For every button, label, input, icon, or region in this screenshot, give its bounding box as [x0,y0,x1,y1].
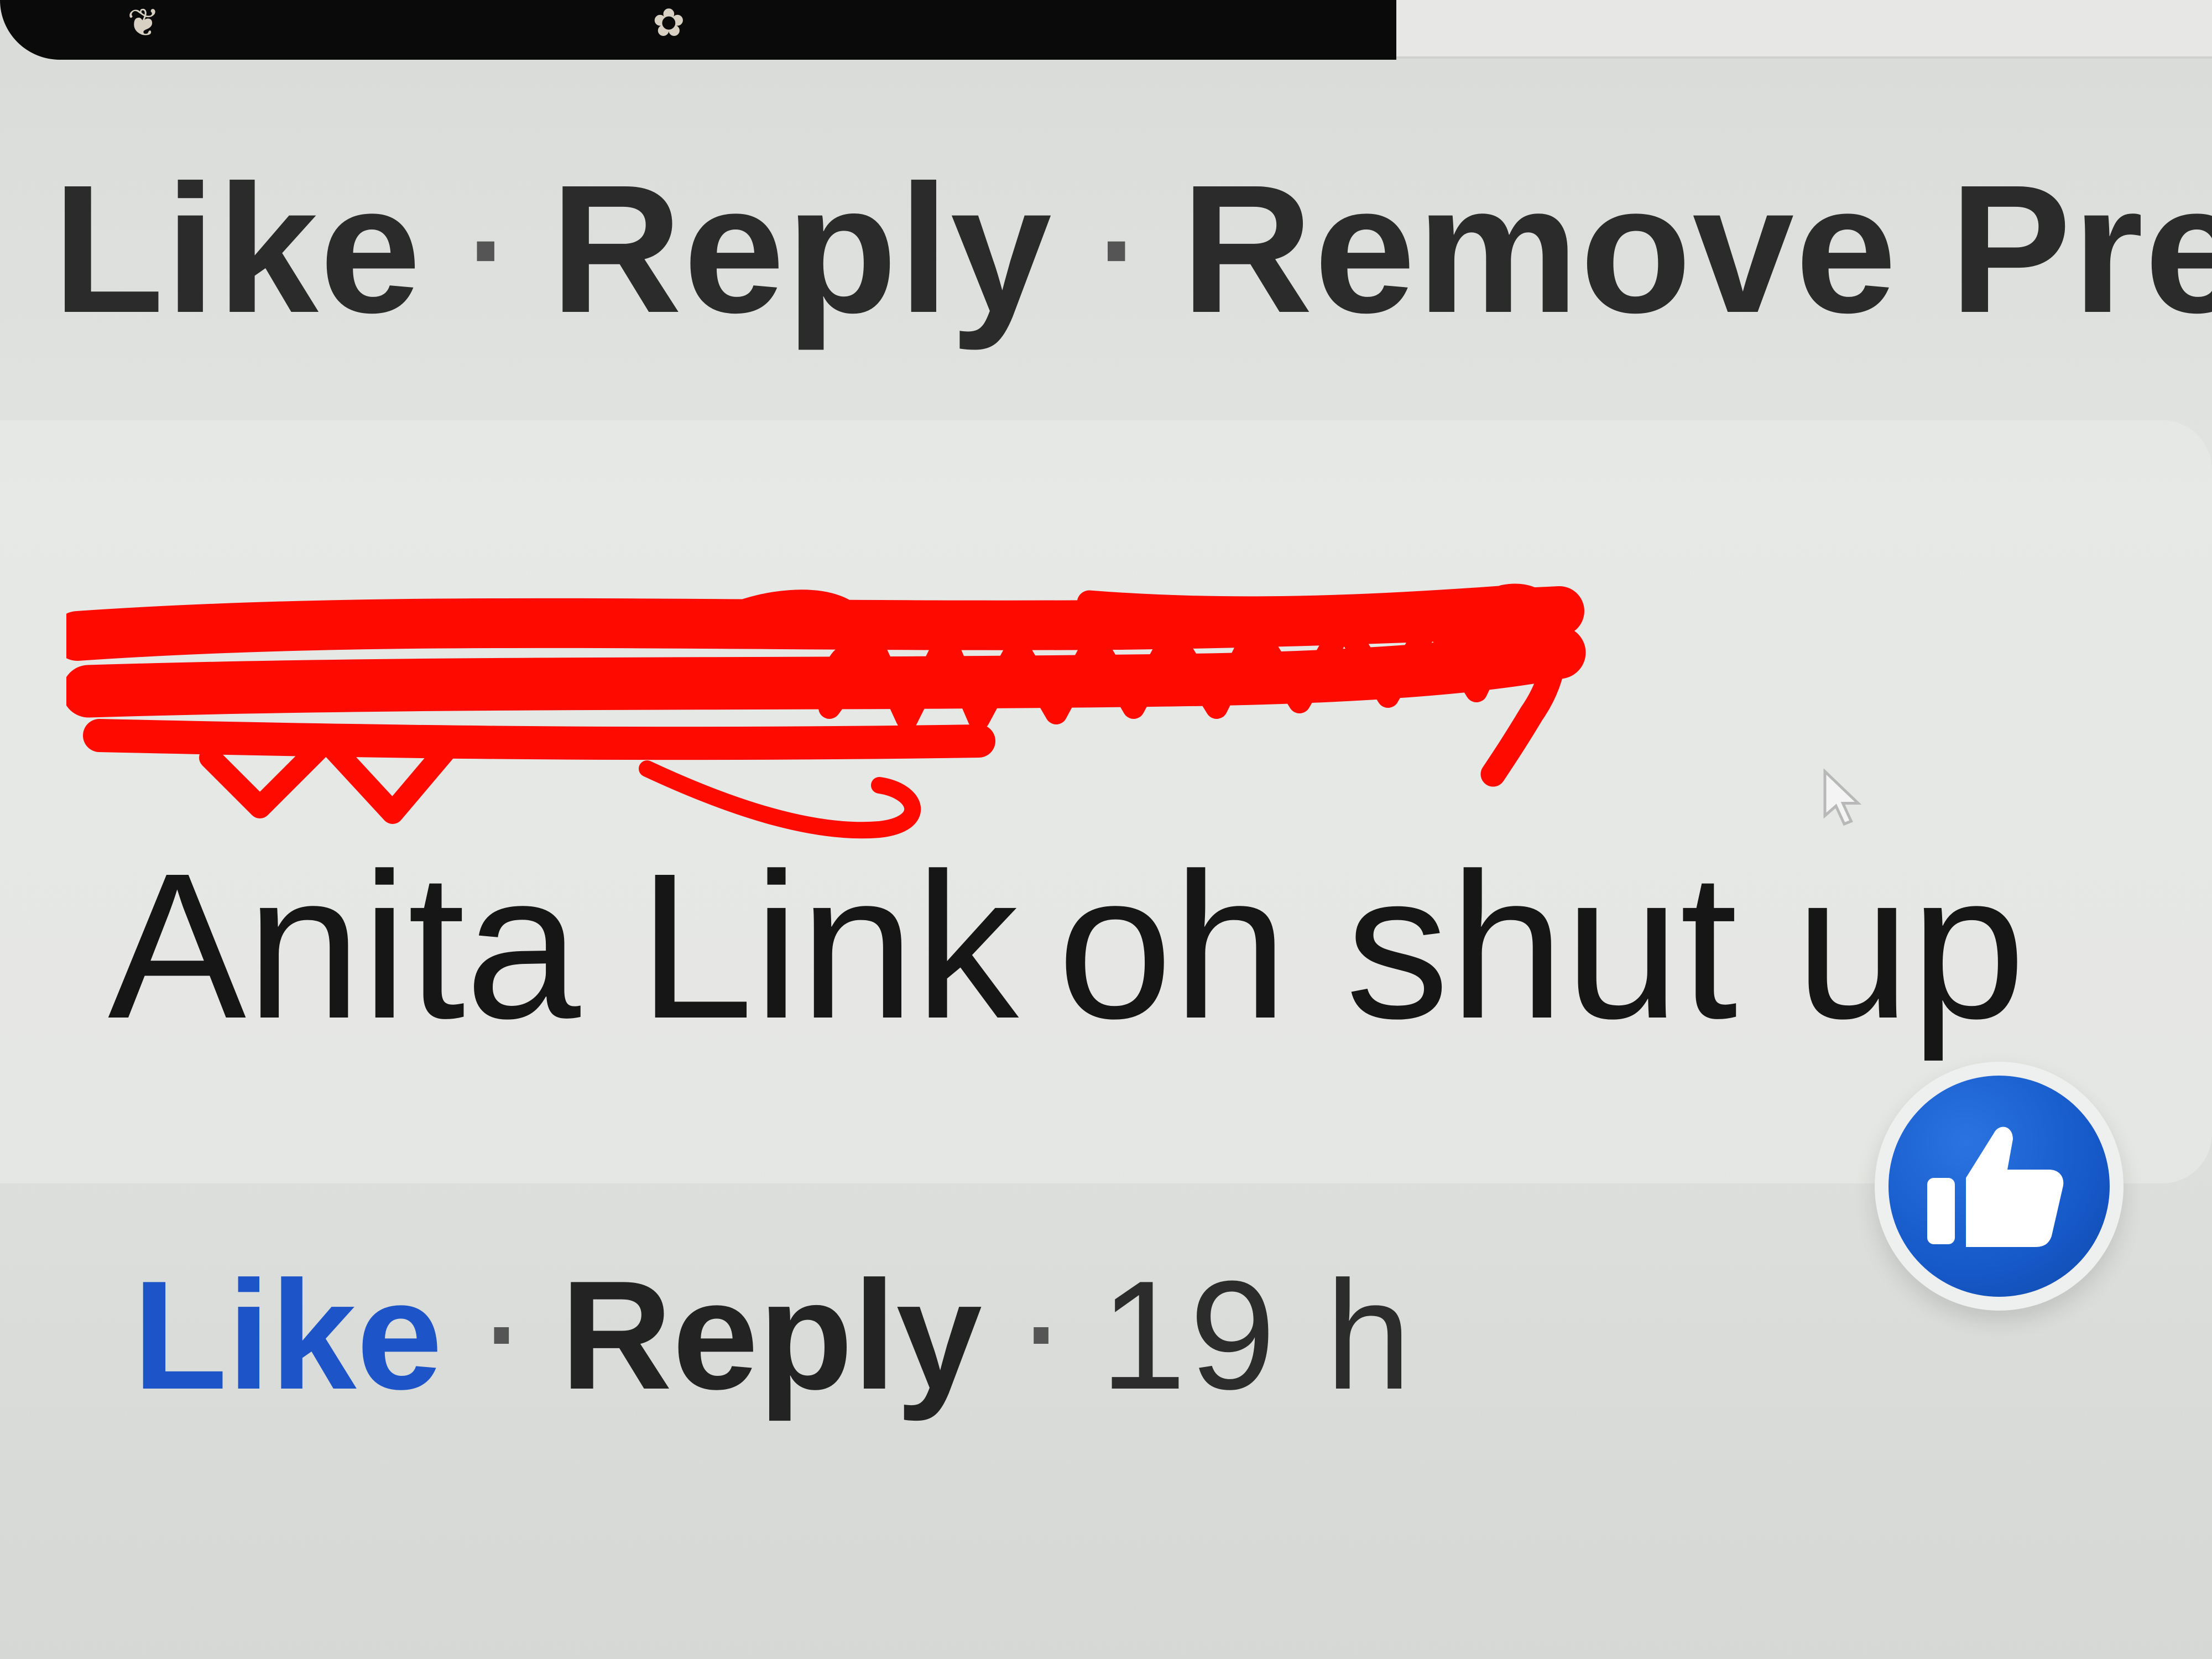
reply-link[interactable]: Reply [550,144,1053,354]
mention-link[interactable]: Anita Link [108,831,1019,1062]
separator-dot: · [455,135,518,340]
reply-link[interactable]: Reply [561,1247,982,1425]
post-image-strip: ❦ ✿ [0,0,1396,60]
separator-dot: · [476,1238,528,1411]
image-detail: ✿ [653,1,685,44]
separator-dot: · [1086,135,1148,340]
post-side-panel [1396,0,2212,59]
image-detail: ❦ [127,1,160,44]
mouse-cursor-icon [1823,769,1862,826]
thumbs-up-icon [1927,1126,2064,1247]
comment-actions: Like · Reply · 19 h [133,1238,1415,1425]
like-link[interactable]: Like [133,1247,442,1425]
next-comment-partial [166,1623,1051,1659]
remove-preview-link[interactable]: Remove Pre [1181,144,2212,354]
previous-comment-actions: Like · Reply · Remove Pre [53,135,2212,354]
reaction-circle [1888,1076,2110,1297]
comment-body: oh shut up [1057,831,2026,1062]
comment-timestamp[interactable]: 19 h [1100,1247,1415,1425]
reaction-count-badge[interactable] [1875,1062,2124,1311]
redacted-author-name [66,583,1586,839]
comment-text: Anita Link oh shut up [108,832,2026,1061]
like-link[interactable]: Like [53,144,422,354]
separator-dot: · [1015,1238,1067,1411]
